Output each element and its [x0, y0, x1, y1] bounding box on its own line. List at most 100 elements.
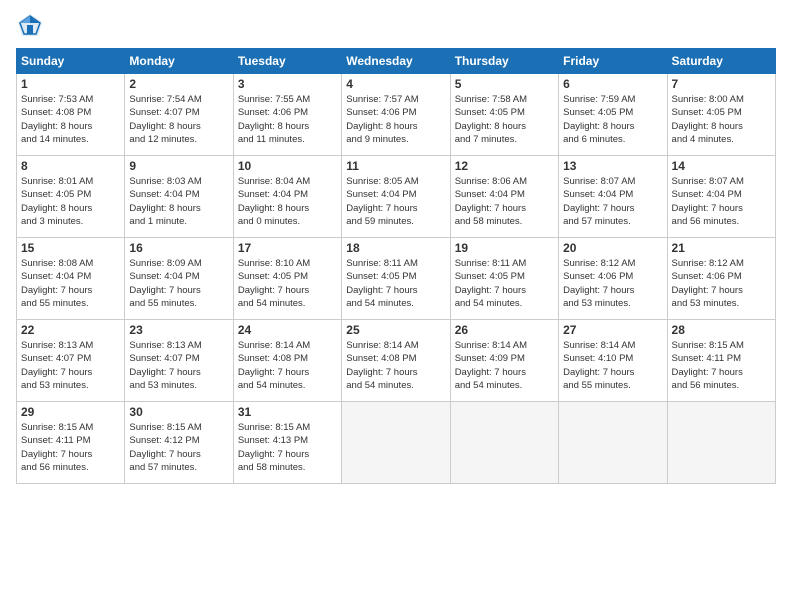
calendar-cell: 24 Sunrise: 8:14 AMSunset: 4:08 PMDayligh… — [233, 320, 341, 402]
day-number: 2 — [129, 77, 228, 91]
day-number: 22 — [21, 323, 120, 337]
logo — [16, 12, 48, 40]
weekday-friday: Friday — [559, 49, 667, 74]
day-number: 7 — [672, 77, 771, 91]
calendar-cell: 18 Sunrise: 8:11 AMSunset: 4:05 PMDayligh… — [342, 238, 450, 320]
day-number: 11 — [346, 159, 445, 173]
day-number: 31 — [238, 405, 337, 419]
day-number: 20 — [563, 241, 662, 255]
day-number: 3 — [238, 77, 337, 91]
day-info: Sunrise: 8:11 AMSunset: 4:05 PMDaylight:… — [346, 257, 445, 310]
calendar-cell: 3 Sunrise: 7:55 AMSunset: 4:06 PMDaylight… — [233, 74, 341, 156]
day-number: 6 — [563, 77, 662, 91]
day-info: Sunrise: 8:03 AMSunset: 4:04 PMDaylight:… — [129, 175, 228, 228]
day-info: Sunrise: 8:04 AMSunset: 4:04 PMDaylight:… — [238, 175, 337, 228]
day-info: Sunrise: 8:12 AMSunset: 4:06 PMDaylight:… — [672, 257, 771, 310]
day-info: Sunrise: 8:07 AMSunset: 4:04 PMDaylight:… — [563, 175, 662, 228]
day-info: Sunrise: 8:01 AMSunset: 4:05 PMDaylight:… — [21, 175, 120, 228]
day-info: Sunrise: 8:12 AMSunset: 4:06 PMDaylight:… — [563, 257, 662, 310]
day-number: 14 — [672, 159, 771, 173]
day-number: 12 — [455, 159, 554, 173]
calendar-cell: 14 Sunrise: 8:07 AMSunset: 4:04 PMDayligh… — [667, 156, 775, 238]
day-info: Sunrise: 7:55 AMSunset: 4:06 PMDaylight:… — [238, 93, 337, 146]
calendar-table: SundayMondayTuesdayWednesdayThursdayFrid… — [16, 48, 776, 484]
calendar-week-3: 15 Sunrise: 8:08 AMSunset: 4:04 PMDayligh… — [17, 238, 776, 320]
weekday-saturday: Saturday — [667, 49, 775, 74]
day-number: 1 — [21, 77, 120, 91]
day-info: Sunrise: 7:57 AMSunset: 4:06 PMDaylight:… — [346, 93, 445, 146]
day-number: 18 — [346, 241, 445, 255]
day-info: Sunrise: 8:11 AMSunset: 4:05 PMDaylight:… — [455, 257, 554, 310]
day-info: Sunrise: 8:07 AMSunset: 4:04 PMDaylight:… — [672, 175, 771, 228]
day-info: Sunrise: 8:13 AMSunset: 4:07 PMDaylight:… — [21, 339, 120, 392]
day-info: Sunrise: 8:14 AMSunset: 4:10 PMDaylight:… — [563, 339, 662, 392]
day-info: Sunrise: 8:06 AMSunset: 4:04 PMDaylight:… — [455, 175, 554, 228]
day-info: Sunrise: 8:08 AMSunset: 4:04 PMDaylight:… — [21, 257, 120, 310]
day-info: Sunrise: 8:15 AMSunset: 4:12 PMDaylight:… — [129, 421, 228, 474]
calendar-cell: 10 Sunrise: 8:04 AMSunset: 4:04 PMDayligh… — [233, 156, 341, 238]
calendar-cell: 2 Sunrise: 7:54 AMSunset: 4:07 PMDaylight… — [125, 74, 233, 156]
page: SundayMondayTuesdayWednesdayThursdayFrid… — [0, 0, 792, 612]
day-info: Sunrise: 7:59 AMSunset: 4:05 PMDaylight:… — [563, 93, 662, 146]
weekday-header-row: SundayMondayTuesdayWednesdayThursdayFrid… — [17, 49, 776, 74]
day-info: Sunrise: 8:15 AMSunset: 4:13 PMDaylight:… — [238, 421, 337, 474]
day-number: 5 — [455, 77, 554, 91]
day-number: 28 — [672, 323, 771, 337]
calendar-cell: 5 Sunrise: 7:58 AMSunset: 4:05 PMDaylight… — [450, 74, 558, 156]
calendar-cell: 21 Sunrise: 8:12 AMSunset: 4:06 PMDayligh… — [667, 238, 775, 320]
day-number: 16 — [129, 241, 228, 255]
calendar-cell: 27 Sunrise: 8:14 AMSunset: 4:10 PMDayligh… — [559, 320, 667, 402]
weekday-tuesday: Tuesday — [233, 49, 341, 74]
day-number: 13 — [563, 159, 662, 173]
calendar-cell: 16 Sunrise: 8:09 AMSunset: 4:04 PMDayligh… — [125, 238, 233, 320]
calendar-cell — [559, 402, 667, 484]
calendar-cell: 17 Sunrise: 8:10 AMSunset: 4:05 PMDayligh… — [233, 238, 341, 320]
day-number: 23 — [129, 323, 228, 337]
day-number: 30 — [129, 405, 228, 419]
day-info: Sunrise: 7:53 AMSunset: 4:08 PMDaylight:… — [21, 93, 120, 146]
weekday-monday: Monday — [125, 49, 233, 74]
calendar-cell: 19 Sunrise: 8:11 AMSunset: 4:05 PMDayligh… — [450, 238, 558, 320]
calendar-week-1: 1 Sunrise: 7:53 AMSunset: 4:08 PMDaylight… — [17, 74, 776, 156]
calendar-cell: 15 Sunrise: 8:08 AMSunset: 4:04 PMDayligh… — [17, 238, 125, 320]
day-number: 10 — [238, 159, 337, 173]
calendar-cell: 23Sunrise: 8:13 AMSunset: 4:07 PMDayligh… — [125, 320, 233, 402]
day-number: 27 — [563, 323, 662, 337]
day-info: Sunrise: 8:15 AMSunset: 4:11 PMDaylight:… — [21, 421, 120, 474]
day-number: 21 — [672, 241, 771, 255]
day-number: 24 — [238, 323, 337, 337]
calendar-cell: 28 Sunrise: 8:15 AMSunset: 4:11 PMDayligh… — [667, 320, 775, 402]
calendar-cell: 22 Sunrise: 8:13 AMSunset: 4:07 PMDayligh… — [17, 320, 125, 402]
day-info: Sunrise: 8:14 AMSunset: 4:08 PMDaylight:… — [238, 339, 337, 392]
calendar-cell: 20 Sunrise: 8:12 AMSunset: 4:06 PMDayligh… — [559, 238, 667, 320]
day-number: 17 — [238, 241, 337, 255]
day-info: Sunrise: 8:10 AMSunset: 4:05 PMDaylight:… — [238, 257, 337, 310]
day-number: 15 — [21, 241, 120, 255]
day-info: Sunrise: 8:15 AMSunset: 4:11 PMDaylight:… — [672, 339, 771, 392]
day-number: 4 — [346, 77, 445, 91]
calendar-cell — [667, 402, 775, 484]
calendar-cell: 30 Sunrise: 8:15 AMSunset: 4:12 PMDayligh… — [125, 402, 233, 484]
calendar-cell: 25Sunrise: 8:14 AMSunset: 4:08 PMDayligh… — [342, 320, 450, 402]
calendar-cell: 11 Sunrise: 8:05 AMSunset: 4:04 PMDayligh… — [342, 156, 450, 238]
day-info: Sunrise: 8:05 AMSunset: 4:04 PMDaylight:… — [346, 175, 445, 228]
calendar-cell: 4 Sunrise: 7:57 AMSunset: 4:06 PMDaylight… — [342, 74, 450, 156]
calendar-cell: 13 Sunrise: 8:07 AMSunset: 4:04 PMDayligh… — [559, 156, 667, 238]
day-info: Sunrise: 7:58 AMSunset: 4:05 PMDaylight:… — [455, 93, 554, 146]
calendar-cell: 12 Sunrise: 8:06 AMSunset: 4:04 PMDayligh… — [450, 156, 558, 238]
calendar-cell: 29Sunrise: 8:15 AMSunset: 4:11 PMDayligh… — [17, 402, 125, 484]
day-number: 25 — [346, 323, 445, 337]
day-number: 8 — [21, 159, 120, 173]
day-info: Sunrise: 7:54 AMSunset: 4:07 PMDaylight:… — [129, 93, 228, 146]
calendar-cell: 26Sunrise: 8:14 AMSunset: 4:09 PMDayligh… — [450, 320, 558, 402]
calendar-week-2: 8 Sunrise: 8:01 AMSunset: 4:05 PMDaylight… — [17, 156, 776, 238]
day-info: Sunrise: 8:09 AMSunset: 4:04 PMDaylight:… — [129, 257, 228, 310]
day-info: Sunrise: 8:14 AMSunset: 4:09 PMDaylight:… — [455, 339, 554, 392]
weekday-sunday: Sunday — [17, 49, 125, 74]
logo-icon — [16, 12, 44, 40]
weekday-wednesday: Wednesday — [342, 49, 450, 74]
calendar-cell — [450, 402, 558, 484]
calendar-week-4: 22 Sunrise: 8:13 AMSunset: 4:07 PMDayligh… — [17, 320, 776, 402]
calendar-week-5: 29Sunrise: 8:15 AMSunset: 4:11 PMDayligh… — [17, 402, 776, 484]
day-number: 19 — [455, 241, 554, 255]
